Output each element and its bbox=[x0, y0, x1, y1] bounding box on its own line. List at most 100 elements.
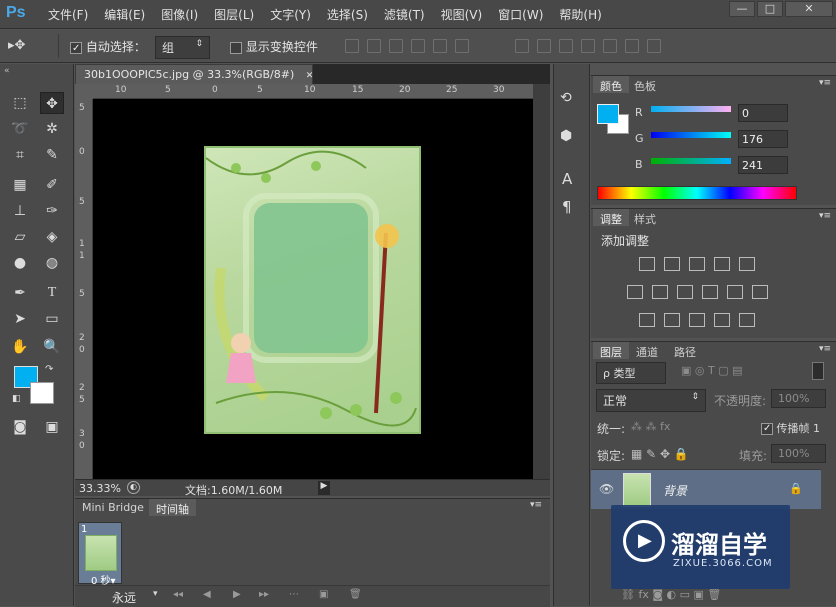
restore-button[interactable]: □ bbox=[757, 1, 783, 17]
history-brush-tool-icon[interactable]: ✑ bbox=[40, 200, 64, 222]
panel-menu-icon[interactable]: ▾≡ bbox=[819, 344, 831, 354]
tween-icon[interactable]: ⋯ bbox=[289, 589, 299, 600]
eraser-tool-icon[interactable]: ▱ bbox=[8, 226, 32, 248]
threshold-icon[interactable] bbox=[689, 313, 705, 327]
auto-align-icon[interactable] bbox=[647, 39, 661, 53]
panel-menu-icon[interactable]: ▾≡ bbox=[819, 78, 831, 88]
posterize-icon[interactable] bbox=[664, 313, 680, 327]
blur-tool-icon[interactable]: ● bbox=[8, 252, 32, 274]
3d-panel-icon[interactable]: ⬢ bbox=[560, 128, 572, 144]
curves-icon[interactable] bbox=[689, 257, 705, 271]
layer-filter-dropdown[interactable]: ρ 类型 bbox=[596, 362, 666, 384]
fill-field[interactable]: 100% bbox=[771, 444, 826, 463]
horizontal-ruler[interactable]: 10 5 0 5 10 15 20 25 30 bbox=[93, 84, 533, 99]
tab-layers[interactable]: 图层 bbox=[593, 342, 629, 359]
pen-tool-icon[interactable]: ✒ bbox=[8, 282, 32, 304]
status-menu-arrow-icon[interactable]: ▶ bbox=[318, 481, 330, 495]
b-slider[interactable] bbox=[651, 158, 731, 164]
levels-icon[interactable] bbox=[664, 257, 680, 271]
first-frame-icon[interactable]: ◂◂ bbox=[173, 589, 183, 600]
minimize-button[interactable]: — bbox=[729, 1, 755, 17]
type-tool-icon[interactable]: T bbox=[40, 282, 64, 304]
tab-styles[interactable]: 样式 bbox=[627, 209, 663, 226]
loop-dropdown-arrow-icon[interactable]: ▾ bbox=[153, 589, 158, 599]
visibility-eye-icon[interactable]: 👁 bbox=[599, 482, 614, 496]
auto-select-checkbox[interactable] bbox=[70, 41, 82, 54]
healing-brush-tool-icon[interactable]: ▦ bbox=[8, 174, 32, 196]
tab-paths[interactable]: 路径 bbox=[667, 342, 703, 359]
r-value[interactable]: 0 bbox=[738, 104, 788, 122]
magic-wand-tool-icon[interactable]: ✲ bbox=[40, 118, 64, 140]
background-color-swatch[interactable] bbox=[30, 382, 54, 404]
filter-toggle[interactable] bbox=[812, 362, 824, 380]
menu-layer[interactable]: 图层(L) bbox=[206, 6, 262, 23]
gradient-map-icon[interactable] bbox=[739, 313, 755, 327]
distribute-hcenter-icon[interactable] bbox=[603, 39, 617, 53]
blend-mode-dropdown[interactable]: 正常 ⇕ bbox=[596, 389, 706, 412]
eyedropper-tool-icon[interactable]: ✎ bbox=[40, 144, 64, 166]
close-tab-icon[interactable]: ✕ bbox=[306, 71, 314, 81]
r-slider[interactable] bbox=[651, 106, 731, 112]
swap-colors-icon[interactable]: ↷ bbox=[45, 364, 53, 375]
propagate-frame-checkbox[interactable] bbox=[761, 423, 773, 435]
next-frame-icon[interactable]: ▸▸ bbox=[259, 589, 269, 600]
brush-tool-icon[interactable]: ✐ bbox=[40, 174, 64, 196]
color-spectrum[interactable] bbox=[597, 186, 797, 200]
menu-type[interactable]: 文字(Y) bbox=[262, 6, 319, 23]
align-top-icon[interactable] bbox=[345, 39, 359, 53]
path-selection-tool-icon[interactable]: ➤ bbox=[8, 308, 32, 330]
tab-mini-bridge[interactable]: Mini Bridge bbox=[75, 499, 151, 516]
menu-view[interactable]: 视图(V) bbox=[433, 6, 491, 23]
invert-icon[interactable] bbox=[639, 313, 655, 327]
dodge-tool-icon[interactable]: ◍ bbox=[40, 252, 64, 274]
distribute-left-icon[interactable] bbox=[581, 39, 595, 53]
channel-mixer-icon[interactable] bbox=[727, 285, 743, 299]
exposure-icon[interactable] bbox=[714, 257, 730, 271]
collapse-icon[interactable]: « bbox=[4, 66, 10, 76]
menu-help[interactable]: 帮助(H) bbox=[551, 6, 609, 23]
zoom-tool-icon[interactable]: 🔍 bbox=[40, 336, 64, 358]
opacity-field[interactable]: 100% bbox=[771, 389, 826, 408]
prev-frame-icon[interactable]: ◀ bbox=[203, 589, 211, 600]
selective-color-icon[interactable] bbox=[714, 313, 730, 327]
document-tab[interactable]: 30b1OOOPIC5c.jpg @ 33.3%(RGB/8#) ✕ bbox=[75, 64, 313, 84]
color-balance-icon[interactable] bbox=[652, 285, 668, 299]
unify-icons[interactable]: ⁂ ⁂ fx bbox=[631, 420, 670, 433]
menu-file[interactable]: 文件(F) bbox=[40, 6, 96, 23]
menu-window[interactable]: 窗口(W) bbox=[490, 6, 551, 23]
status-info-icon[interactable]: ◐ bbox=[127, 481, 140, 494]
tab-channels[interactable]: 通道 bbox=[629, 342, 665, 359]
menu-image[interactable]: 图像(I) bbox=[153, 6, 206, 23]
hue-saturation-icon[interactable] bbox=[627, 285, 643, 299]
layer-row-background[interactable]: 👁 背景 🔒 bbox=[591, 469, 821, 509]
distribute-right-icon[interactable] bbox=[625, 39, 639, 53]
move-tool-preset-icon[interactable]: ▸✥ bbox=[8, 38, 25, 53]
g-slider[interactable] bbox=[651, 132, 731, 138]
play-icon[interactable]: ▶ bbox=[233, 589, 241, 600]
foreground-swatch[interactable] bbox=[597, 104, 619, 124]
color-lookup-icon[interactable] bbox=[752, 285, 768, 299]
g-value[interactable]: 176 bbox=[738, 130, 788, 148]
align-hcenter-icon[interactable] bbox=[433, 39, 447, 53]
vibrance-icon[interactable] bbox=[739, 257, 755, 271]
hand-tool-icon[interactable]: ✋ bbox=[8, 336, 32, 358]
distribute-bottom-icon[interactable] bbox=[559, 39, 573, 53]
brightness-contrast-icon[interactable] bbox=[639, 257, 655, 271]
move-tool-icon[interactable]: ✥ bbox=[40, 92, 64, 114]
align-vcenter-icon[interactable] bbox=[367, 39, 381, 53]
align-bottom-icon[interactable] bbox=[389, 39, 403, 53]
layer-footer-icons[interactable]: ⛓ fx ◙ ◐ ▭ ▣ 🗑 bbox=[621, 588, 721, 601]
quick-mask-icon[interactable]: ◙ bbox=[8, 416, 32, 438]
menu-edit[interactable]: 编辑(E) bbox=[96, 6, 153, 23]
screen-mode-icon[interactable]: ▣ bbox=[40, 416, 64, 438]
panel-menu-icon[interactable]: ▾≡ bbox=[530, 500, 542, 510]
new-frame-icon[interactable]: ▣ bbox=[319, 589, 328, 600]
lock-icons[interactable]: ▦ ✎ ✥ 🔒 bbox=[631, 447, 689, 461]
marquee-tool-icon[interactable]: ⬚ bbox=[8, 92, 32, 114]
paint-bucket-tool-icon[interactable]: ◈ bbox=[40, 226, 64, 248]
close-button[interactable]: ✕ bbox=[785, 1, 833, 17]
b-value[interactable]: 241 bbox=[738, 156, 788, 174]
distribute-top-icon[interactable] bbox=[515, 39, 529, 53]
auto-select-dropdown[interactable]: 组 ⇕ bbox=[155, 36, 210, 59]
tab-timeline[interactable]: 时间轴 bbox=[149, 499, 196, 516]
